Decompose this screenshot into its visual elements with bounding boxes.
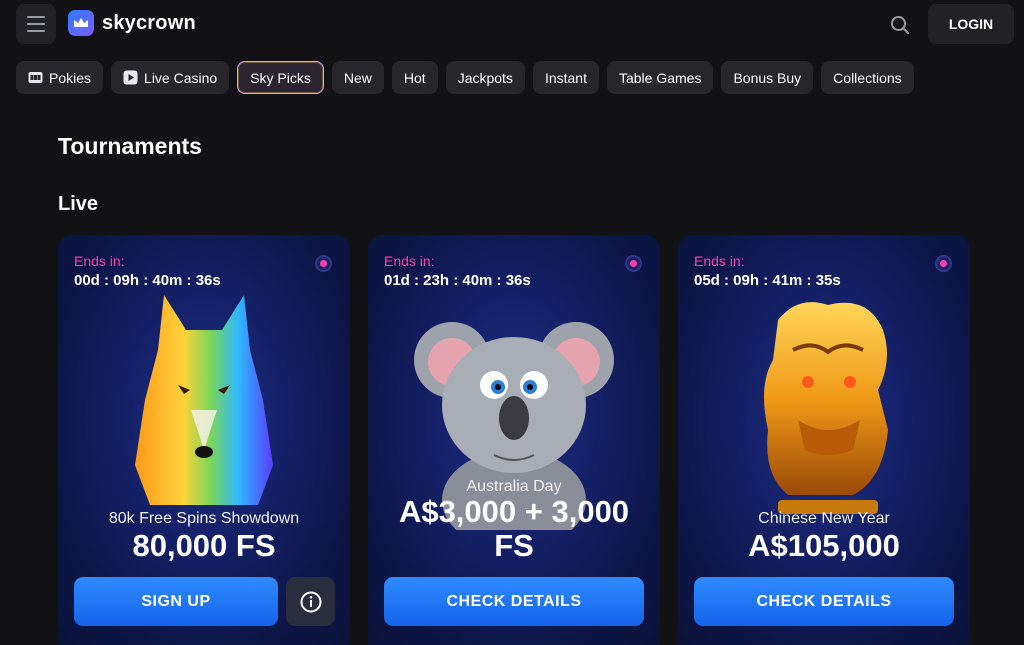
tab-label: Instant [544,69,587,86]
category-tabs: Pokies Live Casino Sky Picks New Hot Jac… [16,61,914,94]
live-indicator-icon [315,255,332,272]
tab-label: Collections [833,69,902,86]
tournament-prize-line2: FS [494,528,534,563]
tab-label: Jackpots [457,69,513,86]
info-icon[interactable] [286,577,335,626]
sign-up-button[interactable]: SIGN UP [74,577,278,626]
check-details-button[interactable]: CHECK DETAILS [384,577,644,626]
brand-logo[interactable]: skycrown [68,10,196,36]
tab-label: Table Games [618,69,702,86]
tab-hot[interactable]: Hot [391,61,438,94]
hamburger-menu-icon[interactable] [16,4,56,44]
tab-table-games[interactable]: Table Games [606,61,714,94]
tab-pokies[interactable]: Pokies [16,61,104,94]
page-title: Tournaments [58,133,202,159]
wolf-artwork [135,295,273,505]
tab-collections[interactable]: Collections [821,61,914,94]
top-header: skycrown LOGIN [0,0,1024,50]
tournament-prize: 80,000 FS [132,528,276,563]
tab-label: Pokies [49,69,92,86]
countdown-timer: 00d : 09h : 40m : 36s [74,272,221,289]
tournament-card[interactable]: Ends in: 05d : 09h : 41m : 35s Chinese N… [678,235,970,645]
tab-sky-picks[interactable]: Sky Picks [237,61,324,94]
tournament-card[interactable]: Ends in: 01d : 23h : 40m : 36s Australia… [368,235,660,645]
search-icon[interactable] [884,10,916,40]
tab-label: Bonus Buy [733,69,802,86]
tab-bonus-buy[interactable]: Bonus Buy [721,61,814,94]
tab-label: Sky Picks [250,69,311,86]
login-button[interactable]: LOGIN [928,4,1014,44]
brand-name: skycrown [102,11,196,34]
dragon-artwork [764,302,888,514]
tournament-card[interactable]: Ends in: 00d : 09h : 40m : 36s 80k Free … [58,235,350,645]
tournament-prize: A$105,000 [748,528,900,563]
crown-logo-icon [68,10,94,36]
tab-new[interactable]: New [331,61,384,94]
ends-in-label: Ends in: [74,253,125,269]
live-indicator-icon [625,255,642,272]
tab-label: Live Casino [144,69,218,86]
countdown-timer: 01d : 23h : 40m : 36s [384,272,531,289]
ends-in-label: Ends in: [384,253,435,269]
ends-in-label: Ends in: [694,253,745,269]
tournament-name: Chinese New Year [758,510,890,527]
check-details-button[interactable]: CHECK DETAILS [694,577,954,626]
tournament-prize: A$3,000 + 3,000 [398,494,630,529]
tab-label: Hot [403,69,426,86]
tournament-name: 80k Free Spins Showdown [108,510,300,527]
section-title: Live [58,193,99,215]
tab-instant[interactable]: Instant [532,61,599,94]
live-indicator-icon [935,255,952,272]
tab-label: New [343,69,372,86]
play-icon [123,70,138,85]
countdown-timer: 05d : 09h : 41m : 35s [694,272,841,289]
tab-jackpots[interactable]: Jackpots [445,61,525,94]
slot-machine-icon [28,70,43,85]
tab-live-casino[interactable]: Live Casino [111,61,230,94]
